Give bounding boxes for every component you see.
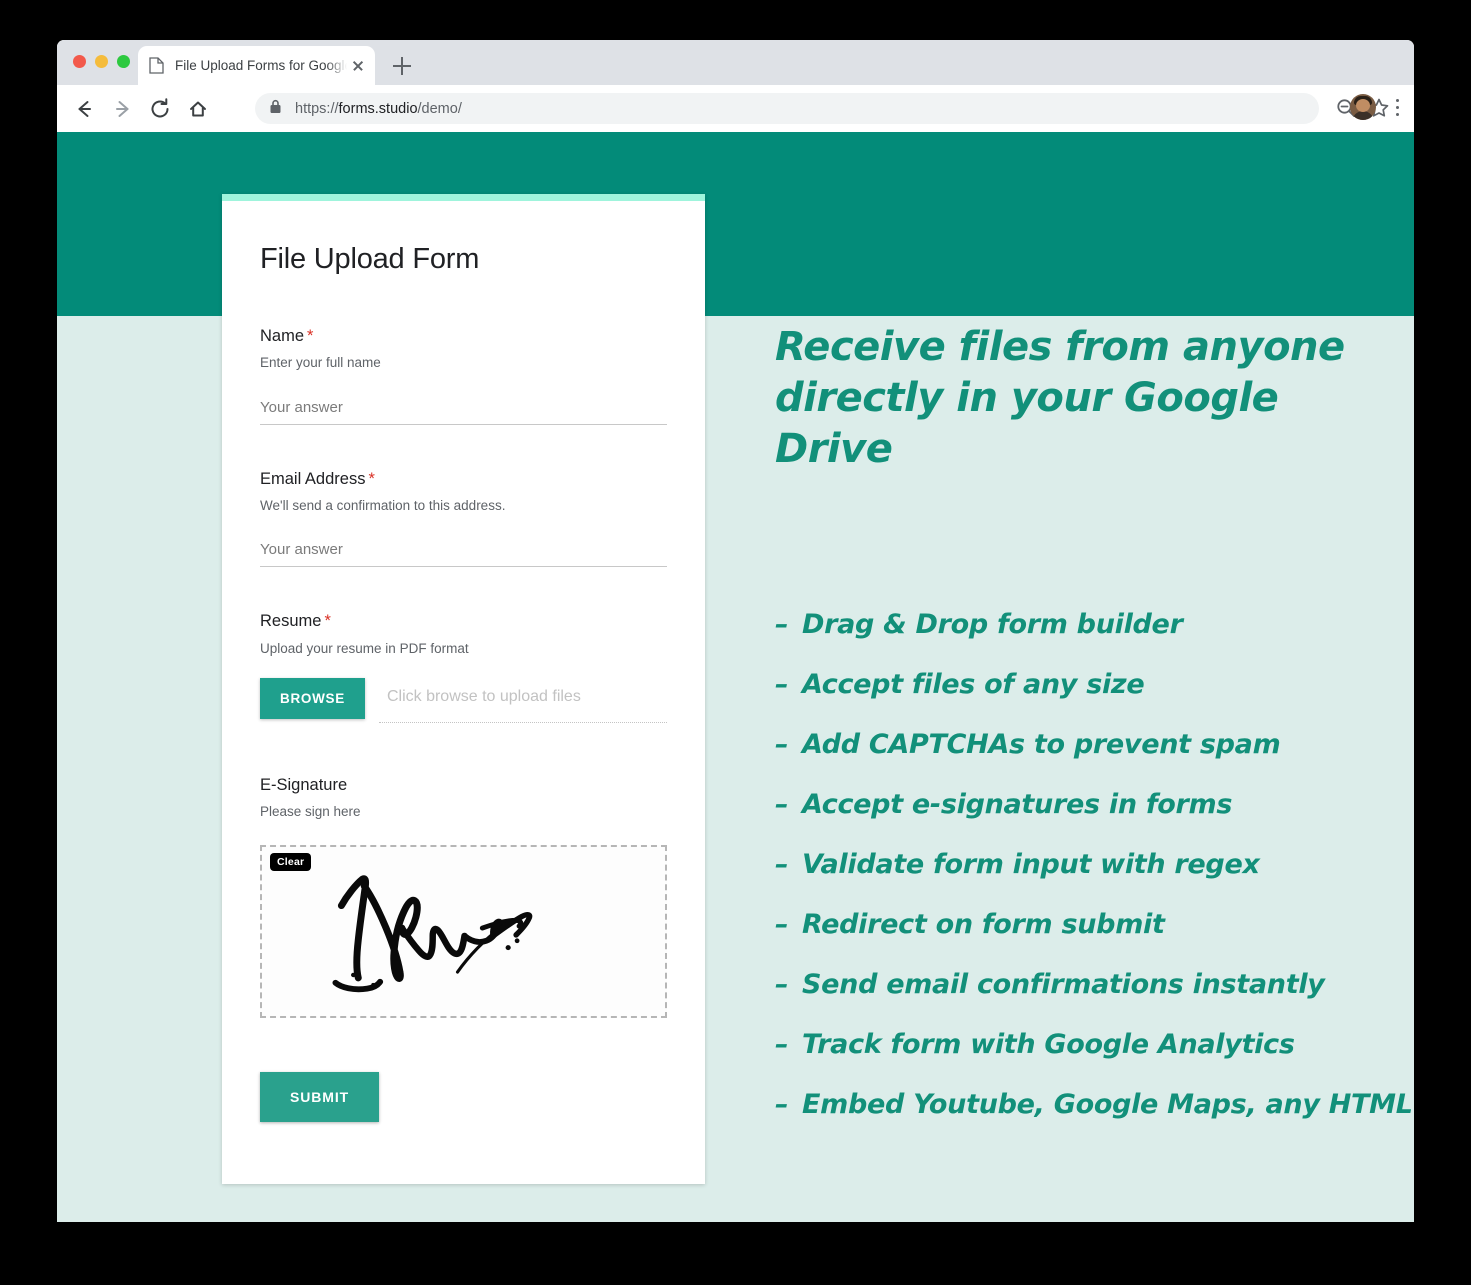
promo-panel: Receive files from anyone directly in yo… [775, 322, 1395, 1151]
field-email-label: Email Address* [260, 469, 667, 490]
browser-window: File Upload Forms for Google D [57, 40, 1414, 1222]
back-arrow-icon[interactable] [69, 94, 99, 124]
name-input-placeholder: Your answer [260, 399, 343, 416]
field-signature-label-text: E-Signature [260, 776, 347, 794]
list-item-label: Accept e-signatures in forms [802, 789, 1232, 820]
avatar-face [1356, 99, 1370, 112]
minimize-window-button[interactable] [95, 55, 108, 68]
field-name-help: Enter your full name [260, 354, 667, 372]
name-input[interactable]: Your answer [260, 399, 667, 425]
page-viewport: File Upload Form Name* Enter your full n… [57, 132, 1414, 1222]
list-item: –Drag & Drop form builder [775, 611, 1395, 638]
url-host: forms.studio [339, 101, 418, 117]
promo-headline-line1: Receive files from anyone [775, 322, 1395, 373]
signature-drawing [262, 847, 665, 1016]
address-bar[interactable]: https://forms.studio/demo/ [255, 93, 1319, 124]
bullet-dash: – [775, 611, 802, 638]
page-title: File Upload Form [260, 243, 667, 276]
promo-feature-list: –Drag & Drop form builder –Accept files … [775, 611, 1395, 1118]
list-item: –Send email confirmations instantly [775, 971, 1395, 998]
list-item-label: Redirect on form submit [802, 909, 1165, 940]
field-signature: E-Signature Please sign here Clear [260, 775, 667, 1018]
reload-icon[interactable] [145, 94, 175, 124]
promo-headline-line2: directly in your Google Drive [775, 373, 1395, 475]
bullet-dash: – [775, 851, 802, 878]
list-item-label: Drag & Drop form builder [802, 609, 1183, 640]
browser-tab[interactable]: File Upload Forms for Google D [138, 46, 375, 85]
browse-button[interactable]: BROWSE [260, 678, 365, 719]
maximize-window-button[interactable] [117, 55, 130, 68]
bullet-dash: – [775, 1031, 802, 1058]
lock-icon [269, 99, 282, 119]
card-accent-strip [222, 194, 705, 201]
email-input-placeholder: Your answer [260, 541, 343, 558]
field-resume-label-text: Resume [260, 612, 321, 630]
required-asterisk: * [307, 327, 313, 345]
three-dot-menu-icon[interactable] [1387, 97, 1407, 119]
list-item: –Embed Youtube, Google Maps, any HTML [775, 1091, 1395, 1118]
list-item-label: Validate form input with regex [802, 849, 1260, 880]
bullet-dash: – [775, 671, 802, 698]
url-text: https://forms.studio/demo/ [295, 101, 462, 117]
list-item-label: Embed Youtube, Google Maps, any HTML [802, 1089, 1413, 1120]
field-email: Email Address* We'll send a confirmation… [260, 469, 667, 568]
list-item-label: Accept files of any size [802, 669, 1144, 700]
form-card: File Upload Form Name* Enter your full n… [222, 194, 705, 1184]
field-email-label-text: Email Address [260, 470, 365, 488]
home-icon[interactable] [183, 94, 213, 124]
bullet-dash: – [775, 971, 802, 998]
avatar[interactable] [1350, 94, 1376, 120]
field-name-label-text: Name [260, 327, 304, 345]
field-signature-help: Please sign here [260, 803, 667, 821]
list-item: –Add CAPTCHAs to prevent spam [775, 731, 1395, 758]
list-item: –Validate form input with regex [775, 851, 1395, 878]
page-icon [149, 57, 164, 74]
field-resume-help: Upload your resume in PDF format [260, 640, 667, 658]
list-item-label: Add CAPTCHAs to prevent spam [802, 729, 1280, 760]
forward-arrow-icon[interactable] [107, 94, 137, 124]
promo-headline: Receive files from anyone directly in yo… [775, 322, 1395, 476]
email-input[interactable]: Your answer [260, 541, 667, 567]
list-item-label: Send email confirmations instantly [802, 969, 1325, 1000]
field-email-help: We'll send a confirmation to this addres… [260, 497, 667, 515]
window-traffic-lights [73, 55, 130, 68]
form-body: File Upload Form Name* Enter your full n… [222, 201, 705, 1184]
bullet-dash: – [775, 731, 802, 758]
bullet-dash: – [775, 1091, 802, 1118]
field-name-label: Name* [260, 326, 667, 347]
required-asterisk: * [368, 470, 374, 488]
new-tab-button[interactable] [389, 53, 415, 79]
clear-signature-button[interactable]: Clear [270, 853, 311, 871]
avatar-body [1352, 111, 1374, 120]
list-item: –Accept e-signatures in forms [775, 791, 1395, 818]
bullet-dash: – [775, 911, 802, 938]
browser-tab-strip: File Upload Forms for Google D [57, 40, 1414, 85]
list-item: –Track form with Google Analytics [775, 1031, 1395, 1058]
list-item: –Redirect on form submit [775, 911, 1395, 938]
signature-canvas[interactable]: Clear [260, 845, 667, 1018]
field-name: Name* Enter your full name Your answer [260, 326, 667, 425]
tab-title: File Upload Forms for Google D [175, 58, 347, 73]
close-window-button[interactable] [73, 55, 86, 68]
list-item-label: Track form with Google Analytics [802, 1029, 1295, 1060]
bullet-dash: – [775, 791, 802, 818]
required-asterisk: * [324, 612, 330, 630]
close-icon[interactable] [347, 55, 369, 77]
url-scheme: https:// [295, 101, 339, 117]
file-upload-input[interactable]: Click browse to upload files [379, 678, 667, 723]
list-item: –Accept files of any size [775, 671, 1395, 698]
url-path: /demo/ [418, 101, 462, 117]
field-resume-label: Resume* [260, 611, 667, 632]
browser-toolbar: https://forms.studio/demo/ [57, 85, 1414, 132]
submit-button[interactable]: SUBMIT [260, 1072, 379, 1122]
file-upload-placeholder: Click browse to upload files [387, 688, 581, 705]
field-resume: Resume* Upload your resume in PDF format… [260, 611, 667, 723]
field-signature-label: E-Signature [260, 775, 667, 796]
upload-row: BROWSE Click browse to upload files [260, 678, 667, 723]
screen: File Upload Forms for Google D [0, 0, 1471, 1285]
